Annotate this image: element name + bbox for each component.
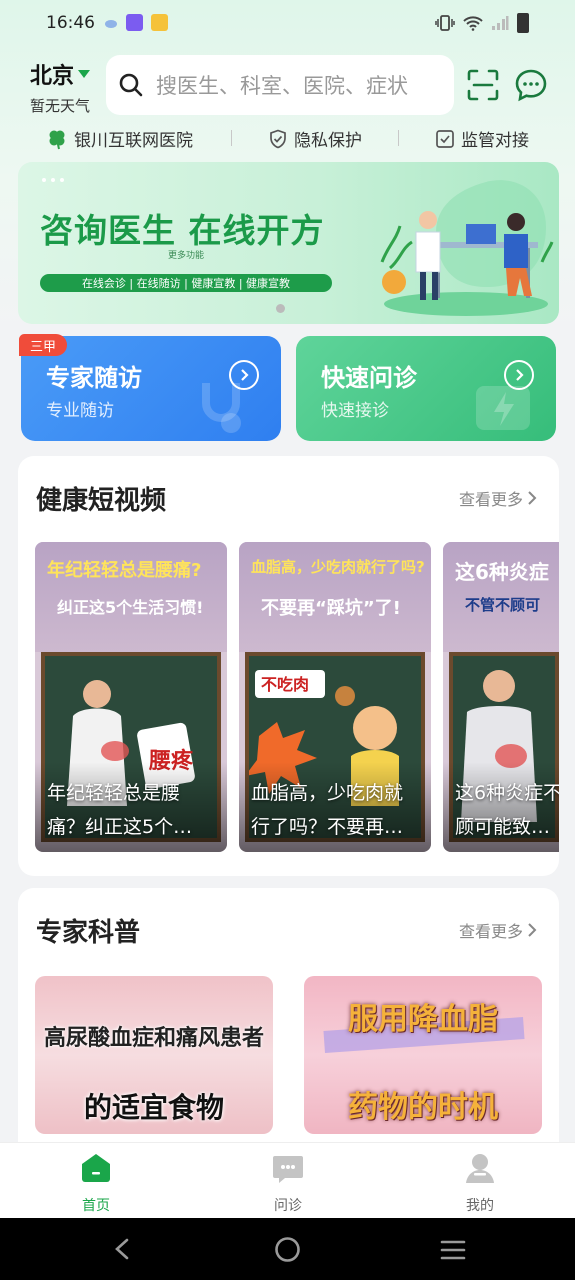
video-card[interactable]: 血脂高，少吃肉就行了吗? 不要再“踩坑”了! 不吃肉 血脂高，少吃肉就行了吗？不… [239,542,431,852]
divider [398,130,399,146]
card-subtitle: 专业随访 [46,401,114,421]
nav-label: 我的 [466,1198,494,1214]
view-more-link[interactable]: 查看更多 [459,486,537,510]
tab-home[interactable]: 首页 [56,1151,136,1215]
banner-page-indicator [276,304,285,313]
trust-item-hospital: 银川互联网医院 [46,126,193,151]
video-subheadline: 纠正这5个生活习惯! [57,598,204,617]
trust-label: 监管对接 [461,131,529,151]
video-card[interactable]: 年纪轻轻总是腰痛? 纠正这5个生活习惯! 腰疼 年纪轻轻总是腰痛？纠正这5个… [35,542,227,852]
battery-icon [517,13,529,33]
message-button[interactable] [514,68,548,102]
back-icon[interactable] [112,1237,132,1261]
article-card[interactable]: 服用降血脂 药物的时机 [304,976,542,1134]
app-notification-icon [126,14,143,31]
chat-bubble-icon [515,69,547,102]
view-more-label: 查看更多 [458,490,523,509]
article-title-line: 服用降血脂 [348,1002,498,1037]
home-circle-icon[interactable] [274,1236,301,1263]
status-notification-icons [104,14,168,31]
video-subheadline: 不要再“踩坑”了! [261,598,401,619]
section-title: 专家科普 [36,918,141,948]
video-caption: 年纪轻轻总是腰痛？纠正这5个… [47,782,193,838]
trust-item-supervision: 监管对接 [435,126,529,151]
app-notification-icon-2 [151,14,168,31]
quick-consult-card[interactable]: 快速问诊 快速接诊 [296,336,556,441]
video-headline: 血脂高，少吃肉就行了吗? [251,558,425,576]
chevron-right-icon [229,360,259,390]
trust-label: 银川互联网医院 [74,131,193,151]
section-title: 健康短视频 [36,486,167,516]
tab-profile[interactable]: 我的 [440,1151,520,1215]
divider [231,130,232,146]
doctor-consultation-illustration [380,180,554,316]
scan-icon [467,69,499,101]
system-navigation-bar [0,1218,575,1280]
search-input[interactable]: 搜医生、科室、医院、症状 [106,55,454,115]
weather-text: 暂无天气 [30,97,91,115]
status-right-icons [435,13,529,33]
video-headline: 这6种炎症 [455,560,549,584]
menu-icon[interactable] [440,1239,466,1261]
bottom-navigation: 首页 问诊 我的 [0,1142,575,1218]
promo-banner[interactable]: 咨询医生 在线开方 更多功能 在线会诊 | 在线随访 | 健康宣教 | 健康宣教 [18,162,559,324]
chevron-right-icon [528,923,537,937]
wifi-icon [463,16,483,31]
home-icon [82,1154,110,1182]
tab-consult[interactable]: 问诊 [248,1151,328,1215]
status-time: 16:46 [46,13,95,33]
nav-label: 首页 [82,1198,110,1214]
shield-check-icon [270,129,286,148]
chat-icon [273,1156,303,1183]
article-title-line: 高尿酸血症和痛风患者 [43,1026,264,1051]
card-subtitle: 快速接诊 [321,401,389,421]
trust-bar: 银川互联网医院 隐私保护 监管对接 [0,124,575,152]
health-videos-section: 健康短视频 查看更多 年纪轻轻总是腰痛? 纠正这5个生活习惯! 腰疼 年纪轻轻总… [18,456,559,876]
video-caption: 血脂高，少吃肉就行了吗？不要再… [251,782,404,838]
signal-icon [492,16,509,30]
banner-title: 咨询医生 在线开方 [40,211,325,250]
article-card[interactable]: 高尿酸血症和痛风患者 的适宜食物 [35,976,273,1134]
article-title-line: 的适宜食物 [83,1091,224,1124]
search-icon [119,73,143,97]
checkbox-icon [436,129,454,148]
video-headline: 年纪轻轻总是腰痛? [47,560,202,581]
clover-icon [49,130,65,149]
trust-label: 隐私保护 [294,131,362,151]
user-icon [466,1154,494,1183]
video-caption: 这6种炎症不顾可能致… [455,782,559,838]
city-selector[interactable]: 北京 [30,58,91,90]
article-title-line: 药物的时机 [348,1090,498,1125]
cloud-icon [105,19,117,28]
nav-label: 问诊 [274,1198,302,1214]
view-more-link[interactable]: 查看更多 [459,918,537,942]
svg-text:不吃肉: 不吃肉 [261,675,309,694]
banner-more-features: 更多功能 [168,251,205,261]
trust-item-privacy: 隐私保护 [268,126,362,151]
scan-button[interactable] [466,68,500,102]
search-placeholder: 搜医生、科室、医院、症状 [156,74,408,98]
chevron-down-icon [78,70,91,78]
city-name: 北京 [30,64,75,89]
video-card[interactable]: 这6种炎症 不管不顾可 这6种炎症不顾可能致… [443,542,559,852]
card-title: 专家随访 [46,364,142,392]
chevron-right-icon [504,360,534,390]
status-bar: 16:46 [0,0,575,46]
vibrate-icon [435,15,455,31]
chevron-right-icon [528,491,537,505]
tier-badge: 三甲 [19,334,67,356]
banner-service-strip: 在线会诊 | 在线随访 | 健康宣教 | 健康宣教 [40,274,332,292]
view-more-label: 查看更多 [458,922,523,941]
video-subheadline: 不管不顾可 [465,596,541,614]
banner-dots [42,178,64,182]
card-title: 快速问诊 [321,364,417,392]
